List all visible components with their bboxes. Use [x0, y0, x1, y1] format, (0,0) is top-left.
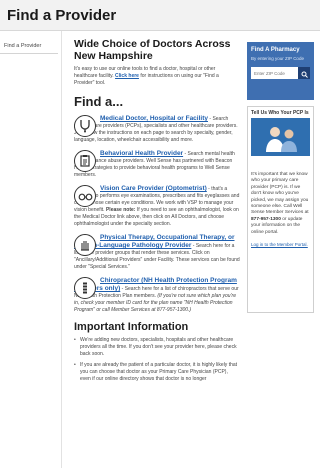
page-title: Find a Provider — [0, 0, 320, 31]
pharmacy-title: Find A Pharmacy — [251, 47, 300, 53]
zip-search-row — [251, 67, 310, 79]
provider-entry-chiropractor: Chiropractor (NH Health Protection Progr… — [74, 277, 240, 314]
member-portal-link[interactable]: Log in to the Member Portal. — [248, 236, 313, 247]
left-navigation: Find a Provider — [0, 31, 62, 468]
eyeglasses-icon — [74, 185, 96, 207]
note-label: Please note: — [105, 207, 136, 213]
stethoscope-icon — [74, 115, 96, 137]
sidebar-item-find-a-provider[interactable]: Find a Provider — [0, 43, 58, 54]
pharmacy-subtitle: By entering your ZIP Code — [251, 56, 304, 61]
search-icon — [301, 66, 308, 81]
provider-entry-vision: Vision Care Provider (Optometrist) - tha… — [74, 185, 240, 228]
info-bullet: We're adding new doctors, specialists, h… — [74, 337, 240, 358]
intro-paragraph: It's easy to use our online tools to fin… — [74, 66, 240, 87]
pcp-panel-title: Tell Us Who Your PCP Is — [251, 110, 309, 116]
pcp-info-panel: Tell Us Who Your PCP Is It's important t… — [247, 106, 314, 313]
behavioral-health-link[interactable]: Behavioral Health Provider — [100, 150, 183, 157]
provider-entry-behavioral: Behavioral Health Provider - Search ment… — [74, 150, 240, 179]
find-pharmacy-panel: Find A Pharmacy By entering your ZIP Cod… — [247, 42, 314, 100]
hands-icon — [74, 234, 96, 256]
main-heading: Wide Choice of Doctors Across New Hampsh… — [74, 38, 231, 62]
spine-icon — [74, 277, 96, 299]
doctor-patient-image — [251, 118, 310, 156]
clipboard-icon — [74, 150, 96, 172]
medical-doctor-link[interactable]: Medical Doctor, Hospital or Facility — [100, 115, 208, 122]
pcp-panel-text: It's important that we know who your pri… — [248, 156, 313, 236]
provider-entry-therapy: Physical Therapy, Occupational Therapy, … — [74, 234, 240, 271]
zip-search-button[interactable] — [298, 67, 310, 79]
find-heading: Find a... — [74, 94, 124, 109]
vision-care-link[interactable]: Vision Care Provider (Optometrist) — [100, 185, 207, 192]
important-heading: Important Information — [74, 321, 189, 333]
zip-code-input[interactable] — [251, 67, 298, 79]
info-bullet: If you are already the patient of a part… — [74, 362, 240, 383]
member-services-phone: 877-957-1300 — [251, 216, 281, 222]
click-here-link[interactable]: Click here — [115, 73, 139, 79]
provider-entry-medical: Medical Doctor, Hospital or Facility - S… — [74, 115, 240, 144]
pcp-text: It's important that we know who your pri… — [251, 172, 309, 216]
main-content: Wide Choice of Doctors Across New Hampsh… — [74, 38, 240, 383]
